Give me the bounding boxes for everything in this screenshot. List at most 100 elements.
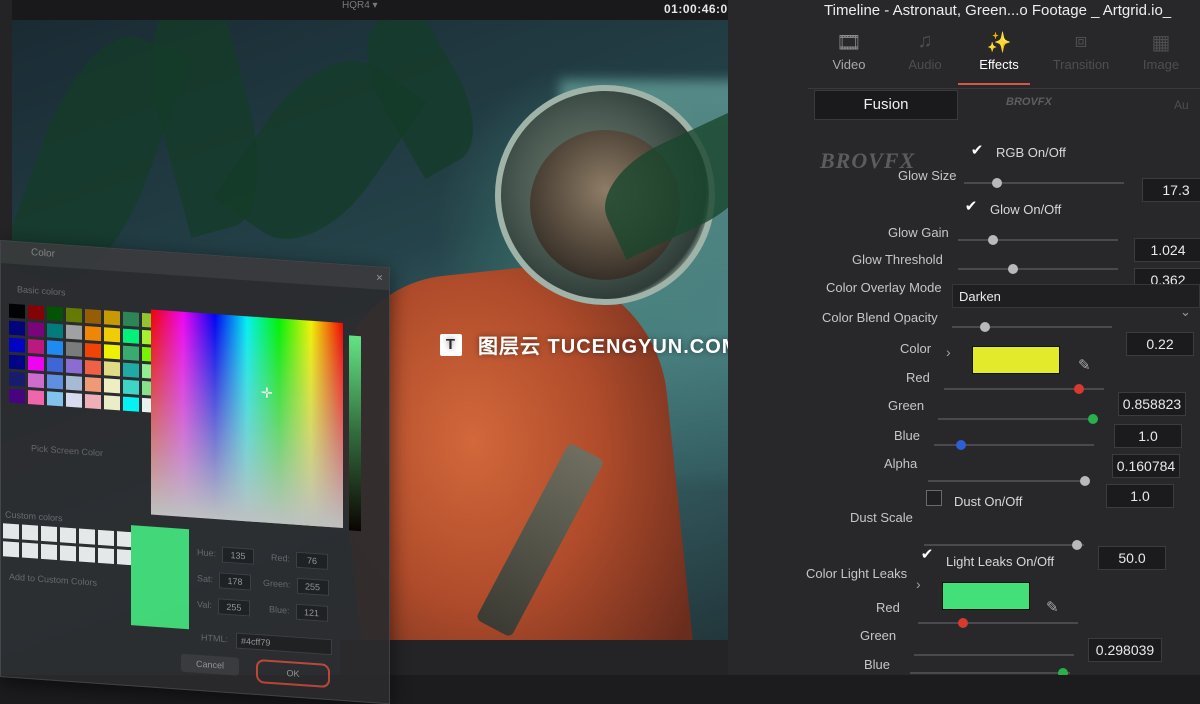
light-leaks-color-swatch[interactable] [942,582,1030,610]
ok-button[interactable]: OK [256,658,330,689]
slider-knob[interactable] [992,178,1002,188]
basic-color-swatch[interactable] [28,304,44,321]
custom-swatch[interactable] [22,524,38,541]
chevron-right-icon[interactable]: › [946,344,951,360]
blue-input[interactable]: 121 [295,603,328,622]
basic-color-swatch[interactable] [66,324,82,340]
basic-color-swatch[interactable] [85,376,101,393]
basic-color-swatch[interactable] [9,303,25,319]
red-slider[interactable] [944,384,1104,394]
eyedropper-icon[interactable]: ✎ [1046,598,1059,616]
custom-swatch[interactable] [3,523,19,540]
luminance-slider[interactable] [349,335,361,532]
slider-knob[interactable] [980,322,990,332]
glow-gain-slider[interactable] [958,235,1118,245]
basic-color-swatch[interactable] [85,308,101,325]
green-slider[interactable] [938,414,1098,424]
basic-color-swatch[interactable] [9,320,25,336]
basic-color-swatch[interactable] [85,393,101,410]
custom-swatch[interactable] [3,541,19,558]
custom-swatch[interactable] [22,542,38,559]
custom-swatch[interactable] [60,527,76,544]
basic-color-swatch[interactable] [28,389,44,406]
basic-color-swatch[interactable] [104,344,120,360]
slider-knob[interactable] [1008,264,1018,274]
rgb-onoff-checkbox[interactable]: ✔ [970,143,984,158]
basic-color-swatch[interactable] [104,327,120,343]
basic-color-swatch[interactable] [66,307,82,323]
basic-color-swatch[interactable] [123,379,139,395]
basic-color-swatch[interactable] [47,391,63,407]
slider-knob[interactable] [1080,476,1090,486]
basic-color-swatch[interactable] [104,361,120,377]
tab-video[interactable]: 🎞 Video [814,30,884,74]
chevron-right-icon[interactable]: › [916,576,921,592]
color-swatch[interactable] [972,346,1060,374]
basic-color-swatch[interactable] [47,323,63,339]
close-icon[interactable]: × [376,270,383,284]
dust-scale-slider[interactable] [924,540,1084,550]
color-blend-opacity-slider[interactable] [952,322,1112,332]
basic-color-swatch[interactable] [104,378,120,394]
add-custom-color-button[interactable]: Add to Custom Colors [9,572,97,588]
glow-gain-value[interactable]: 1.024 [1134,238,1200,262]
basic-color-swatch[interactable] [66,375,82,391]
slider-knob[interactable] [956,440,966,450]
color-spectrum[interactable] [151,309,343,528]
custom-swatch[interactable] [79,546,95,563]
eyedropper-icon[interactable]: ✎ [1078,356,1091,374]
red-input[interactable]: 76 [296,551,329,570]
light-leaks-onoff-checkbox[interactable]: ✔ [920,547,934,562]
cancel-button[interactable]: Cancel [181,653,239,676]
basic-color-swatch[interactable] [9,337,25,353]
basic-color-swatch[interactable] [104,310,120,326]
subtab-brovfx[interactable]: BROVFX [1006,96,1052,108]
custom-swatch[interactable] [60,545,76,562]
slider-knob[interactable] [1072,540,1082,550]
glow-size-value[interactable]: 17.3 [1142,178,1200,202]
basic-color-swatch[interactable] [47,374,63,390]
custom-swatch[interactable] [41,525,57,542]
crosshair-icon[interactable]: ✛ [261,384,273,402]
tab-image[interactable]: ▦ Image [1126,30,1196,74]
clip-name[interactable]: HQR4 ▾ [342,0,378,11]
basic-color-swatch[interactable] [47,340,63,356]
subtab-fusion[interactable]: Fusion [814,90,958,120]
basic-color-swatch[interactable] [47,357,63,373]
glow-size-slider[interactable] [964,178,1124,188]
slider-knob[interactable] [988,235,998,245]
ll-green-slider[interactable] [914,654,1074,656]
color-blend-opacity-value[interactable]: 0.22 [1126,332,1194,356]
basic-color-swatch[interactable] [9,371,25,387]
basic-color-swatch[interactable] [123,345,139,361]
basic-color-swatch[interactable] [28,372,44,389]
basic-color-swatch[interactable] [85,342,101,359]
chevron-down-icon[interactable]: ⌄ [1180,304,1191,320]
basic-color-swatch[interactable] [104,395,120,411]
sat-input[interactable]: 178 [219,572,252,591]
green-value[interactable]: 1.0 [1114,424,1182,448]
hue-input[interactable]: 135 [222,546,255,565]
val-input[interactable]: 255 [217,598,250,617]
basic-color-swatch[interactable] [9,354,25,370]
custom-swatch[interactable] [41,543,57,560]
html-input[interactable]: #4cff79 [236,632,332,656]
dust-onoff-checkbox[interactable] [926,490,942,506]
dust-scale-value[interactable]: 50.0 [1098,546,1166,570]
custom-swatch[interactable] [79,528,95,545]
basic-color-swatch[interactable] [66,392,82,408]
glow-onoff-checkbox[interactable]: ✔ [964,199,978,214]
custom-swatch[interactable] [98,529,114,546]
tab-audio[interactable]: ♫ Audio [890,30,960,74]
tab-transition[interactable]: ⧈ Transition [1046,30,1116,74]
pick-screen-color-button[interactable]: Pick Screen Color [31,443,103,458]
basic-color-swatch[interactable] [123,328,139,344]
custom-swatch[interactable] [98,547,114,564]
color-overlay-mode-dropdown[interactable]: Darken [952,284,1200,308]
blue-value[interactable]: 0.160784 [1112,454,1180,478]
basic-color-swatch[interactable] [85,325,101,342]
basic-color-swatch[interactable] [28,338,44,355]
basic-color-swatch[interactable] [123,311,139,327]
red-value[interactable]: 0.858823 [1118,392,1186,416]
basic-color-swatch[interactable] [28,321,44,338]
